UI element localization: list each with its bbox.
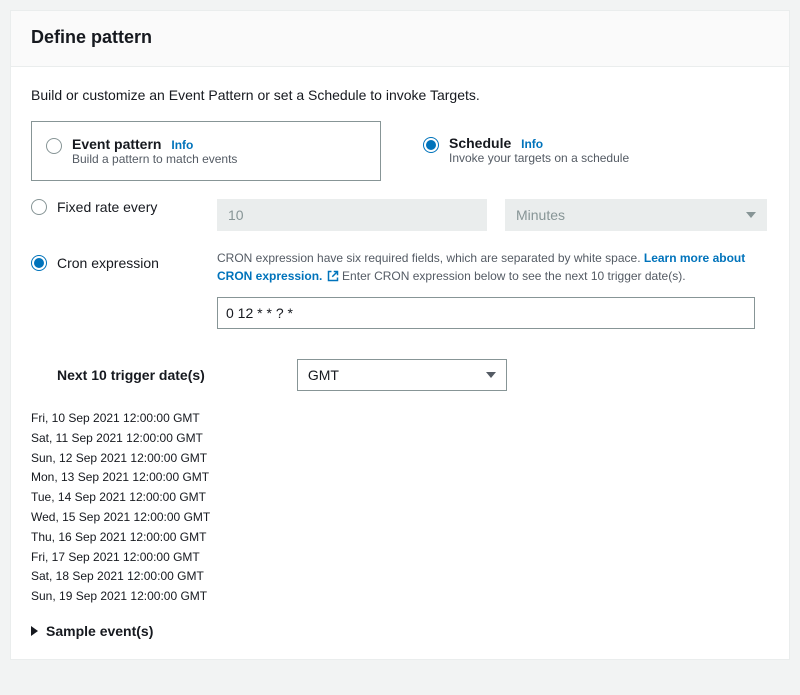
event-pattern-radio[interactable] xyxy=(46,138,62,154)
trigger-date-item: Wed, 15 Sep 2021 12:00:00 GMT xyxy=(31,508,769,528)
event-pattern-desc: Build a pattern to match events xyxy=(72,152,237,166)
cron-expression-input[interactable] xyxy=(217,297,755,329)
timezone-value: GMT xyxy=(308,367,339,383)
fixed-rate-radio[interactable] xyxy=(31,199,47,215)
fixed-rate-unit-select: Minutes xyxy=(505,199,767,231)
event-pattern-info-link[interactable]: Info xyxy=(171,138,193,152)
fixed-rate-option[interactable]: Fixed rate every xyxy=(31,199,199,215)
schedule-radio[interactable] xyxy=(423,137,439,153)
external-link-icon xyxy=(327,269,339,287)
triangle-right-icon xyxy=(31,626,38,636)
panel-title: Define pattern xyxy=(11,11,789,67)
timezone-select[interactable]: GMT xyxy=(297,359,507,391)
trigger-dates-list: Fri, 10 Sep 2021 12:00:00 GMTSat, 11 Sep… xyxy=(31,409,769,607)
trigger-date-item: Sun, 12 Sep 2021 12:00:00 GMT xyxy=(31,449,769,469)
trigger-date-item: Mon, 13 Sep 2021 12:00:00 GMT xyxy=(31,468,769,488)
define-pattern-panel: Define pattern Build or customize an Eve… xyxy=(10,10,790,660)
schedule-desc: Invoke your targets on a schedule xyxy=(449,151,629,165)
schedule-title: Schedule xyxy=(449,135,511,151)
panel-description: Build or customize an Event Pattern or s… xyxy=(31,87,769,103)
cron-option[interactable]: Cron expression xyxy=(31,255,199,271)
caret-down-icon xyxy=(486,372,496,378)
cron-radio[interactable] xyxy=(31,255,47,271)
caret-down-icon xyxy=(746,212,756,218)
cron-label: Cron expression xyxy=(57,255,159,271)
sample-events-label: Sample event(s) xyxy=(46,623,153,639)
cron-help-text: CRON expression have six required fields… xyxy=(217,249,769,287)
trigger-dates-label: Next 10 trigger date(s) xyxy=(57,367,205,383)
trigger-date-item: Fri, 17 Sep 2021 12:00:00 GMT xyxy=(31,548,769,568)
fixed-rate-unit: Minutes xyxy=(516,207,565,223)
event-pattern-option[interactable]: Event pattern Info Build a pattern to ma… xyxy=(31,121,381,181)
trigger-date-item: Sat, 11 Sep 2021 12:00:00 GMT xyxy=(31,429,769,449)
trigger-date-item: Sat, 18 Sep 2021 12:00:00 GMT xyxy=(31,567,769,587)
schedule-option[interactable]: Schedule Info Invoke your targets on a s… xyxy=(423,121,629,165)
fixed-rate-label: Fixed rate every xyxy=(57,199,157,215)
trigger-date-item: Fri, 10 Sep 2021 12:00:00 GMT xyxy=(31,409,769,429)
sample-events-expander[interactable]: Sample event(s) xyxy=(31,623,769,639)
event-pattern-title: Event pattern xyxy=(72,136,161,152)
fixed-rate-value: 10 xyxy=(217,199,487,231)
schedule-info-link[interactable]: Info xyxy=(521,137,543,151)
trigger-date-item: Thu, 16 Sep 2021 12:00:00 GMT xyxy=(31,528,769,548)
trigger-date-item: Sun, 19 Sep 2021 12:00:00 GMT xyxy=(31,587,769,607)
trigger-date-item: Tue, 14 Sep 2021 12:00:00 GMT xyxy=(31,488,769,508)
